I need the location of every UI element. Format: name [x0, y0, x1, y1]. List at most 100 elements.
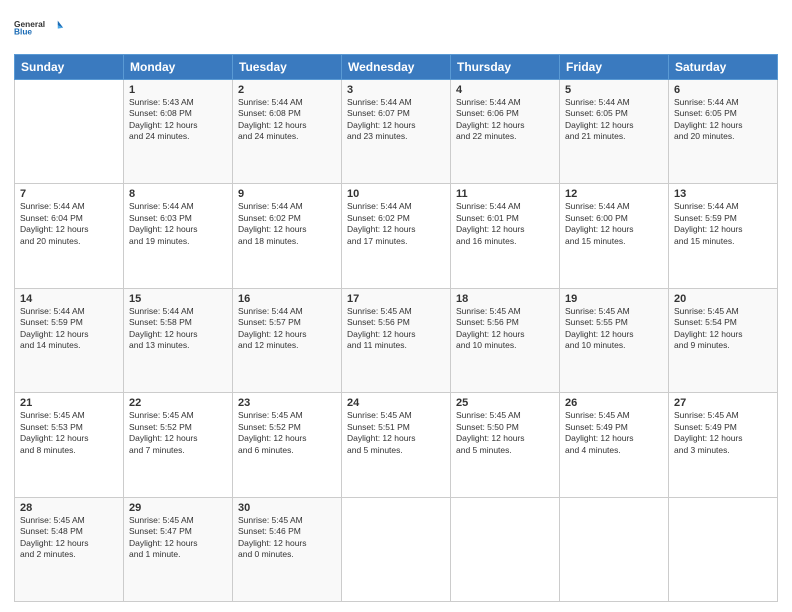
day-info: Sunrise: 5:44 AM Sunset: 5:59 PM Dayligh…	[674, 201, 772, 247]
day-cell: 30Sunrise: 5:45 AM Sunset: 5:46 PM Dayli…	[233, 497, 342, 601]
day-number: 29	[129, 502, 227, 514]
day-cell: 16Sunrise: 5:44 AM Sunset: 5:57 PM Dayli…	[233, 288, 342, 392]
svg-text:Blue: Blue	[14, 26, 32, 36]
week-row-2: 7Sunrise: 5:44 AM Sunset: 6:04 PM Daylig…	[15, 184, 778, 288]
day-number: 30	[238, 502, 336, 514]
day-info: Sunrise: 5:45 AM Sunset: 5:48 PM Dayligh…	[20, 515, 118, 561]
day-info: Sunrise: 5:44 AM Sunset: 6:01 PM Dayligh…	[456, 201, 554, 247]
day-cell: 17Sunrise: 5:45 AM Sunset: 5:56 PM Dayli…	[342, 288, 451, 392]
day-cell	[669, 497, 778, 601]
day-cell: 10Sunrise: 5:44 AM Sunset: 6:02 PM Dayli…	[342, 184, 451, 288]
page: General Blue SundayMondayTuesdayWednesda…	[0, 0, 792, 612]
day-info: Sunrise: 5:45 AM Sunset: 5:54 PM Dayligh…	[674, 306, 772, 352]
day-info: Sunrise: 5:45 AM Sunset: 5:56 PM Dayligh…	[347, 306, 445, 352]
day-number: 9	[238, 188, 336, 200]
day-number: 24	[347, 397, 445, 409]
day-number: 12	[565, 188, 663, 200]
day-number: 6	[674, 84, 772, 96]
day-info: Sunrise: 5:45 AM Sunset: 5:47 PM Dayligh…	[129, 515, 227, 561]
day-number: 23	[238, 397, 336, 409]
day-number: 27	[674, 397, 772, 409]
header: General Blue	[14, 10, 778, 48]
day-cell: 19Sunrise: 5:45 AM Sunset: 5:55 PM Dayli…	[560, 288, 669, 392]
day-cell: 5Sunrise: 5:44 AM Sunset: 6:05 PM Daylig…	[560, 80, 669, 184]
logo: General Blue	[14, 10, 64, 48]
day-number: 10	[347, 188, 445, 200]
day-number: 19	[565, 293, 663, 305]
day-number: 4	[456, 84, 554, 96]
day-number: 2	[238, 84, 336, 96]
day-number: 21	[20, 397, 118, 409]
day-info: Sunrise: 5:44 AM Sunset: 6:07 PM Dayligh…	[347, 97, 445, 143]
day-number: 3	[347, 84, 445, 96]
day-cell: 14Sunrise: 5:44 AM Sunset: 5:59 PM Dayli…	[15, 288, 124, 392]
day-info: Sunrise: 5:44 AM Sunset: 6:05 PM Dayligh…	[674, 97, 772, 143]
day-info: Sunrise: 5:45 AM Sunset: 5:53 PM Dayligh…	[20, 410, 118, 456]
day-number: 15	[129, 293, 227, 305]
day-cell: 15Sunrise: 5:44 AM Sunset: 5:58 PM Dayli…	[124, 288, 233, 392]
day-number: 28	[20, 502, 118, 514]
day-cell: 20Sunrise: 5:45 AM Sunset: 5:54 PM Dayli…	[669, 288, 778, 392]
day-number: 26	[565, 397, 663, 409]
weekday-header-wednesday: Wednesday	[342, 55, 451, 80]
weekday-header-monday: Monday	[124, 55, 233, 80]
day-number: 11	[456, 188, 554, 200]
day-info: Sunrise: 5:44 AM Sunset: 6:00 PM Dayligh…	[565, 201, 663, 247]
day-cell: 13Sunrise: 5:44 AM Sunset: 5:59 PM Dayli…	[669, 184, 778, 288]
day-number: 22	[129, 397, 227, 409]
day-number: 25	[456, 397, 554, 409]
day-cell: 21Sunrise: 5:45 AM Sunset: 5:53 PM Dayli…	[15, 393, 124, 497]
day-cell: 6Sunrise: 5:44 AM Sunset: 6:05 PM Daylig…	[669, 80, 778, 184]
logo-icon: General Blue	[14, 10, 64, 48]
day-cell: 11Sunrise: 5:44 AM Sunset: 6:01 PM Dayli…	[451, 184, 560, 288]
day-number: 14	[20, 293, 118, 305]
day-cell: 26Sunrise: 5:45 AM Sunset: 5:49 PM Dayli…	[560, 393, 669, 497]
week-row-4: 21Sunrise: 5:45 AM Sunset: 5:53 PM Dayli…	[15, 393, 778, 497]
day-cell: 25Sunrise: 5:45 AM Sunset: 5:50 PM Dayli…	[451, 393, 560, 497]
day-info: Sunrise: 5:44 AM Sunset: 6:02 PM Dayligh…	[238, 201, 336, 247]
day-info: Sunrise: 5:43 AM Sunset: 6:08 PM Dayligh…	[129, 97, 227, 143]
day-info: Sunrise: 5:45 AM Sunset: 5:55 PM Dayligh…	[565, 306, 663, 352]
week-row-3: 14Sunrise: 5:44 AM Sunset: 5:59 PM Dayli…	[15, 288, 778, 392]
day-cell: 12Sunrise: 5:44 AM Sunset: 6:00 PM Dayli…	[560, 184, 669, 288]
week-row-1: 1Sunrise: 5:43 AM Sunset: 6:08 PM Daylig…	[15, 80, 778, 184]
day-cell: 8Sunrise: 5:44 AM Sunset: 6:03 PM Daylig…	[124, 184, 233, 288]
day-cell: 1Sunrise: 5:43 AM Sunset: 6:08 PM Daylig…	[124, 80, 233, 184]
day-cell: 7Sunrise: 5:44 AM Sunset: 6:04 PM Daylig…	[15, 184, 124, 288]
day-number: 1	[129, 84, 227, 96]
weekday-header-saturday: Saturday	[669, 55, 778, 80]
day-info: Sunrise: 5:44 AM Sunset: 6:05 PM Dayligh…	[565, 97, 663, 143]
weekday-header-tuesday: Tuesday	[233, 55, 342, 80]
day-number: 17	[347, 293, 445, 305]
day-info: Sunrise: 5:44 AM Sunset: 6:08 PM Dayligh…	[238, 97, 336, 143]
day-info: Sunrise: 5:45 AM Sunset: 5:51 PM Dayligh…	[347, 410, 445, 456]
day-info: Sunrise: 5:45 AM Sunset: 5:52 PM Dayligh…	[129, 410, 227, 456]
day-info: Sunrise: 5:45 AM Sunset: 5:49 PM Dayligh…	[674, 410, 772, 456]
day-cell	[342, 497, 451, 601]
day-info: Sunrise: 5:44 AM Sunset: 6:02 PM Dayligh…	[347, 201, 445, 247]
day-cell: 22Sunrise: 5:45 AM Sunset: 5:52 PM Dayli…	[124, 393, 233, 497]
weekday-header-friday: Friday	[560, 55, 669, 80]
week-row-5: 28Sunrise: 5:45 AM Sunset: 5:48 PM Dayli…	[15, 497, 778, 601]
day-info: Sunrise: 5:45 AM Sunset: 5:46 PM Dayligh…	[238, 515, 336, 561]
day-number: 20	[674, 293, 772, 305]
day-number: 18	[456, 293, 554, 305]
day-number: 16	[238, 293, 336, 305]
day-cell	[560, 497, 669, 601]
day-info: Sunrise: 5:44 AM Sunset: 6:06 PM Dayligh…	[456, 97, 554, 143]
day-info: Sunrise: 5:44 AM Sunset: 5:59 PM Dayligh…	[20, 306, 118, 352]
day-cell: 29Sunrise: 5:45 AM Sunset: 5:47 PM Dayli…	[124, 497, 233, 601]
day-cell: 28Sunrise: 5:45 AM Sunset: 5:48 PM Dayli…	[15, 497, 124, 601]
day-cell: 27Sunrise: 5:45 AM Sunset: 5:49 PM Dayli…	[669, 393, 778, 497]
day-info: Sunrise: 5:44 AM Sunset: 5:58 PM Dayligh…	[129, 306, 227, 352]
day-number: 7	[20, 188, 118, 200]
day-number: 13	[674, 188, 772, 200]
day-info: Sunrise: 5:44 AM Sunset: 6:04 PM Dayligh…	[20, 201, 118, 247]
day-number: 8	[129, 188, 227, 200]
day-info: Sunrise: 5:45 AM Sunset: 5:56 PM Dayligh…	[456, 306, 554, 352]
weekday-header-sunday: Sunday	[15, 55, 124, 80]
day-info: Sunrise: 5:44 AM Sunset: 6:03 PM Dayligh…	[129, 201, 227, 247]
day-info: Sunrise: 5:45 AM Sunset: 5:50 PM Dayligh…	[456, 410, 554, 456]
day-cell	[15, 80, 124, 184]
day-cell: 4Sunrise: 5:44 AM Sunset: 6:06 PM Daylig…	[451, 80, 560, 184]
